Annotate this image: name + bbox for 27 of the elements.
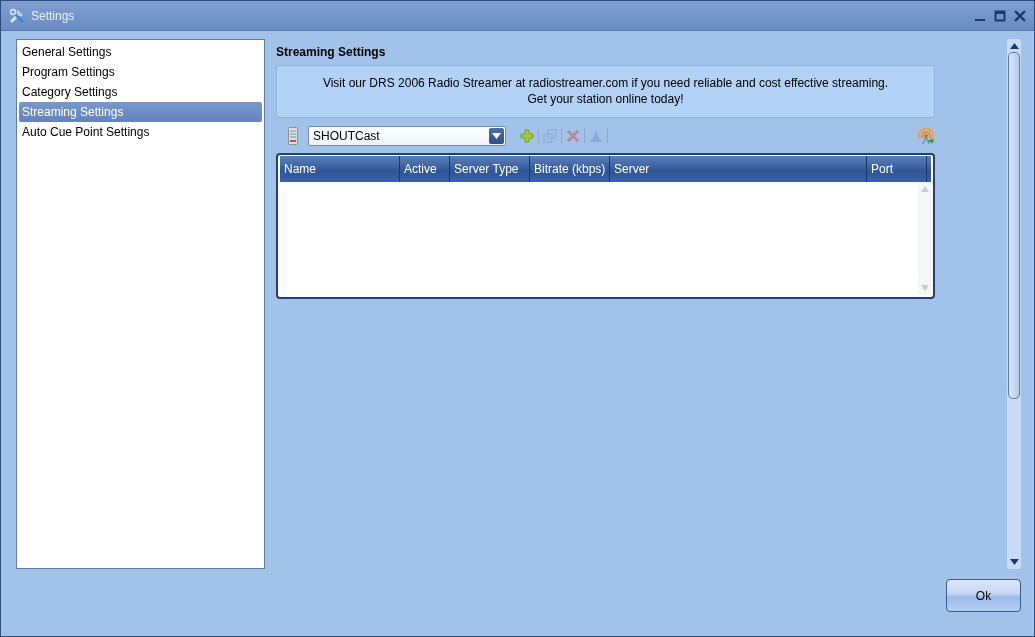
caret-icon bbox=[492, 133, 501, 139]
server-type-dropdown[interactable]: SHOUTCast bbox=[308, 126, 506, 146]
section-title: Streaming Settings bbox=[276, 45, 387, 59]
scroll-down-icon[interactable] bbox=[1009, 559, 1019, 565]
sidebar-item[interactable]: Program Settings bbox=[19, 62, 262, 82]
scrollbar[interactable] bbox=[1007, 39, 1021, 569]
column-header[interactable]: Server bbox=[610, 156, 867, 182]
info-text: Visit our DRS 2006 Radio Streamer at radiostreamer.com if you need reliable and cost effective streaming. bbox=[322, 76, 889, 90]
dropdown-value: SHOUTCast bbox=[313, 129, 380, 143]
ok-button[interactable]: Ok bbox=[946, 579, 1021, 612]
scroll-up-icon[interactable] bbox=[1009, 43, 1019, 49]
info-text: Get your station online today! bbox=[527, 92, 684, 106]
column-header[interactable]: Bitrate (kbps) bbox=[530, 156, 610, 182]
close-icon[interactable] bbox=[1014, 9, 1026, 22]
broadcast-icon[interactable] bbox=[917, 127, 935, 145]
sidebar-item[interactable]: Auto Cue Point Settings bbox=[19, 122, 262, 142]
column-header[interactable]: Name bbox=[280, 156, 400, 182]
window-title: Settings bbox=[31, 8, 75, 23]
sidebar-item[interactable]: General Settings bbox=[19, 42, 262, 62]
sidebar-item[interactable]: Category Settings bbox=[19, 82, 262, 102]
maximize-icon[interactable] bbox=[994, 9, 1006, 22]
tools-icon bbox=[9, 7, 25, 24]
server-icon bbox=[288, 127, 298, 145]
column-header[interactable]: Server Type bbox=[450, 156, 530, 182]
dropdown-button[interactable] bbox=[489, 128, 504, 144]
plus-icon[interactable] bbox=[520, 129, 534, 143]
column-header[interactable]: Active bbox=[400, 156, 450, 182]
